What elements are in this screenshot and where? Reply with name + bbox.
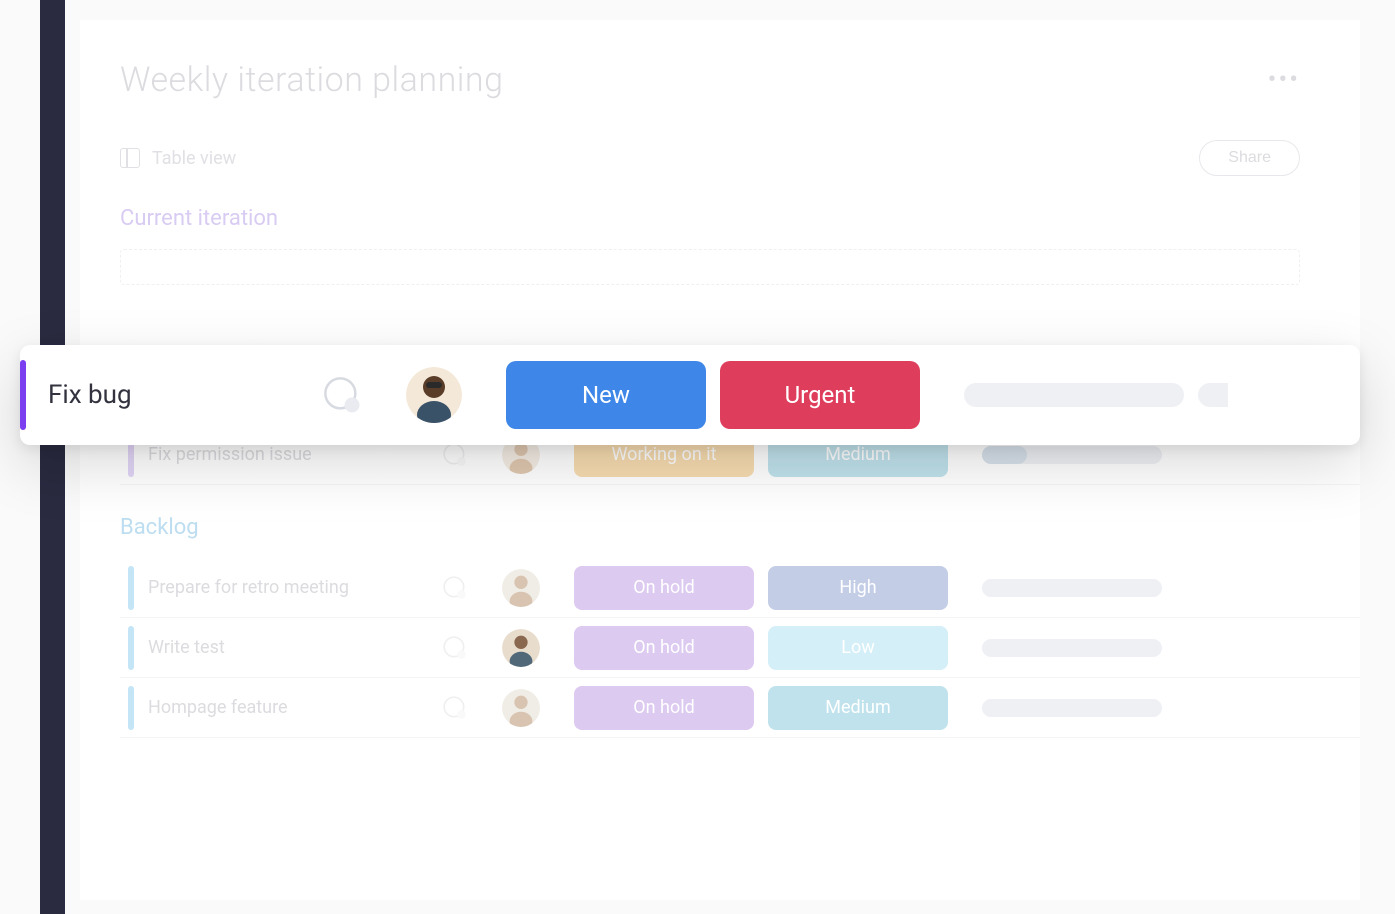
status-pill[interactable]: On hold: [574, 686, 754, 730]
section-backlog: Backlog Prepare for retro meeting On hol…: [120, 515, 1360, 738]
row-title: Fix permission issue: [148, 444, 428, 465]
chat-icon[interactable]: [442, 575, 468, 601]
board: Weekly iteration planning ••• Table view…: [80, 20, 1360, 900]
priority-pill[interactable]: Medium: [768, 686, 948, 730]
view-label: Table view: [152, 148, 236, 169]
toolbar: Table view Share: [120, 140, 1360, 176]
priority-pill[interactable]: Urgent: [720, 361, 920, 429]
progress-bar[interactable]: [982, 579, 1162, 597]
avatar[interactable]: [406, 367, 462, 423]
share-button[interactable]: Share: [1199, 140, 1300, 176]
row-title: Hompage feature: [148, 697, 428, 718]
chat-icon[interactable]: [322, 375, 362, 415]
view-toggle[interactable]: Table view: [120, 148, 236, 169]
board-title: Weekly iteration planning: [120, 60, 504, 100]
avatar[interactable]: [502, 629, 540, 667]
board-header: Weekly iteration planning •••: [120, 60, 1360, 100]
priority-pill[interactable]: High: [768, 566, 948, 610]
row-accent: [128, 566, 134, 610]
chat-icon[interactable]: [442, 635, 468, 661]
row-trailing-cell: [1198, 383, 1228, 407]
avatar[interactable]: [502, 689, 540, 727]
status-pill[interactable]: On hold: [574, 626, 754, 670]
sidebar-strip: [40, 0, 65, 914]
table-row[interactable]: Hompage feature On hold Medium: [120, 678, 1360, 738]
status-pill[interactable]: New: [506, 361, 706, 429]
section-title[interactable]: Backlog: [120, 515, 1360, 540]
focused-row[interactable]: Fix bug New Urgent: [20, 345, 1360, 445]
row-accent: [20, 360, 26, 430]
progress-bar[interactable]: [982, 699, 1162, 717]
column-header-row: [120, 249, 1300, 285]
row-title: Write test: [148, 637, 428, 658]
table-row[interactable]: Prepare for retro meeting On hold High: [120, 558, 1360, 618]
progress-bar[interactable]: [982, 639, 1162, 657]
priority-pill[interactable]: Low: [768, 626, 948, 670]
row-title: Prepare for retro meeting: [148, 577, 428, 598]
chat-icon[interactable]: [442, 695, 468, 721]
table-row[interactable]: Write test On hold Low: [120, 618, 1360, 678]
row-accent: [128, 626, 134, 670]
chat-icon[interactable]: [442, 442, 468, 468]
progress-bar[interactable]: [964, 383, 1184, 407]
row-title: Fix bug: [48, 380, 308, 410]
avatar[interactable]: [502, 569, 540, 607]
status-pill[interactable]: On hold: [574, 566, 754, 610]
row-accent: [128, 686, 134, 730]
section-title[interactable]: Current iteration: [120, 206, 1360, 231]
table-view-icon: [120, 148, 140, 168]
progress-bar[interactable]: [982, 446, 1162, 464]
more-menu-icon[interactable]: •••: [1268, 65, 1300, 95]
